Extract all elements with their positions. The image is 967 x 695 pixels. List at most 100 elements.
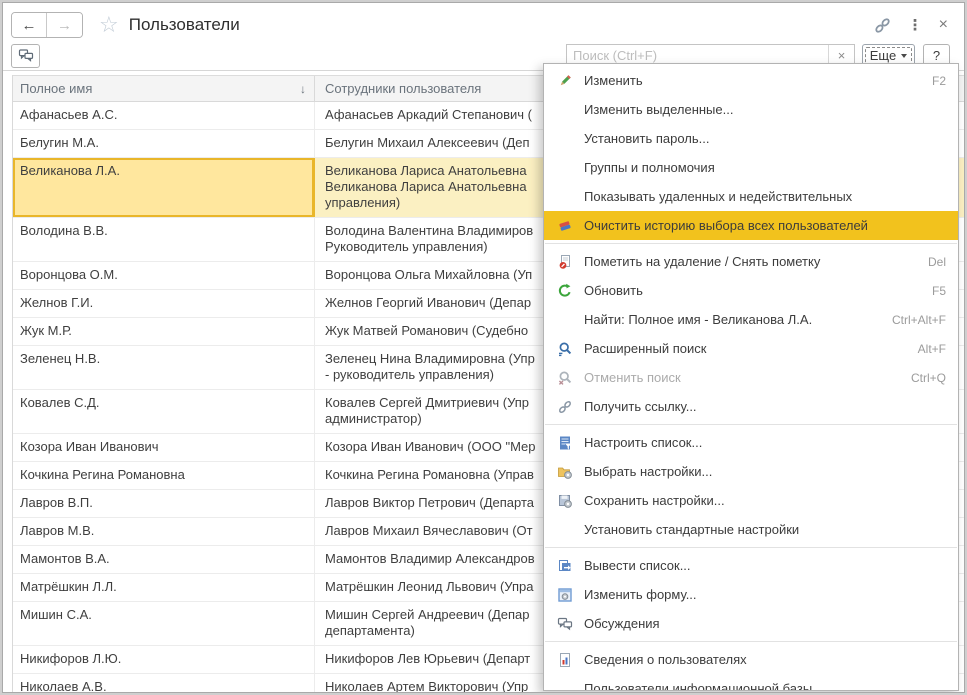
full-name-cell[interactable]: Мишин С.А. bbox=[13, 602, 315, 645]
full-name-cell[interactable]: Жук М.Р. bbox=[13, 318, 315, 345]
full-name-cell[interactable]: Мамонтов В.А. bbox=[13, 546, 315, 573]
menu-shortcut: Ctrl+Alt+F bbox=[892, 313, 946, 327]
full-name-cell[interactable]: Ковалев С.Д. bbox=[13, 390, 315, 433]
menu-item[interactable]: Установить стандартные настройки bbox=[544, 515, 958, 544]
blank-icon bbox=[557, 312, 573, 328]
menu-item-label: Сведения о пользователях bbox=[584, 652, 946, 667]
menu-item[interactable]: Обновить F5 bbox=[544, 276, 958, 305]
full-name-cell[interactable]: Кочкина Регина Романовна bbox=[13, 462, 315, 489]
column-header-full-name[interactable]: Полное имя ↓ bbox=[13, 76, 315, 101]
blank-icon bbox=[557, 102, 573, 118]
title-bar: ← → ☆ Пользователи ⋮ × bbox=[3, 3, 964, 41]
menu-item[interactable]: Установить пароль... bbox=[544, 124, 958, 153]
forward-arrow-icon: → bbox=[57, 17, 72, 34]
menu-item[interactable]: Изменить выделенные... bbox=[544, 95, 958, 124]
menu-shortcut: F5 bbox=[932, 284, 946, 298]
forward-button[interactable]: → bbox=[47, 13, 82, 37]
menu-item-label: Сохранить настройки... bbox=[584, 493, 946, 508]
menu-item-label: Пользователи информационной базы bbox=[584, 681, 946, 691]
history-nav: ← → bbox=[11, 12, 83, 38]
menu-item-label: Показывать удаленных и недействительных bbox=[584, 189, 946, 204]
full-name-cell[interactable]: Желнов Г.И. bbox=[13, 290, 315, 317]
menu-separator bbox=[545, 243, 957, 244]
full-name-cell[interactable]: Лавров М.В. bbox=[13, 518, 315, 545]
menu-item[interactable]: Выбрать настройки... bbox=[544, 457, 958, 486]
full-name-cell[interactable]: Афанасьев А.С. bbox=[13, 102, 315, 129]
menu-item-label: Группы и полномочия bbox=[584, 160, 946, 175]
blank-icon bbox=[557, 131, 573, 147]
print-list-icon bbox=[557, 558, 573, 574]
menu-item[interactable]: Группы и полномочия bbox=[544, 153, 958, 182]
menu-item-label: Изменить выделенные... bbox=[584, 102, 946, 117]
more-button-label: Еще bbox=[870, 48, 896, 63]
kebab-menu-icon[interactable]: ⋮ bbox=[908, 16, 923, 34]
menu-item-label: Пометить на удаление / Снять пометку bbox=[584, 254, 916, 269]
menu-item[interactable]: Показывать удаленных и недействительных bbox=[544, 182, 958, 211]
full-name-cell[interactable]: Никифоров Л.Ю. bbox=[13, 646, 315, 673]
full-name-cell[interactable]: Воронцова О.М. bbox=[13, 262, 315, 289]
menu-shortcut: F2 bbox=[932, 74, 946, 88]
advanced-search-icon bbox=[557, 341, 573, 357]
menu-item-label: Получить ссылку... bbox=[584, 399, 946, 414]
menu-item-label: Изменить форму... bbox=[584, 587, 946, 602]
close-icon[interactable]: × bbox=[939, 16, 948, 34]
menu-item[interactable]: Сведения о пользователях bbox=[544, 645, 958, 674]
menu-separator bbox=[545, 547, 957, 548]
full-name-cell[interactable]: Лавров В.П. bbox=[13, 490, 315, 517]
menu-item[interactable]: Пользователи информационной базы bbox=[544, 674, 958, 691]
menu-item-label: Установить стандартные настройки bbox=[584, 522, 946, 537]
menu-shortcut: Ctrl+Q bbox=[911, 371, 946, 385]
menu-item[interactable]: Сохранить настройки... bbox=[544, 486, 958, 515]
title-actions: ⋮ × bbox=[873, 16, 952, 35]
full-name-cell[interactable]: Николаев А.В. bbox=[13, 674, 315, 693]
menu-separator bbox=[545, 424, 957, 425]
edit-form-icon bbox=[557, 587, 573, 603]
menu-item[interactable]: Настроить список... bbox=[544, 428, 958, 457]
refresh-icon bbox=[557, 283, 573, 299]
discussions-icon bbox=[557, 616, 573, 632]
menu-item[interactable]: Вывести список... bbox=[544, 551, 958, 580]
menu-item-label: Очистить историю выбора всех пользовател… bbox=[584, 218, 946, 233]
menu-item-label: Обновить bbox=[584, 283, 920, 298]
dropdown-caret-icon bbox=[901, 54, 907, 58]
back-button[interactable]: ← bbox=[12, 13, 47, 37]
menu-item[interactable]: Отменить поиск Ctrl+Q bbox=[544, 363, 958, 392]
menu-item[interactable]: Получить ссылку... bbox=[544, 392, 958, 421]
full-name-cell[interactable]: Белугин М.А. bbox=[13, 130, 315, 157]
cancel-search-icon bbox=[557, 370, 573, 386]
configure-list-icon bbox=[557, 435, 573, 451]
link-icon bbox=[557, 399, 573, 415]
full-name-cell[interactable]: Володина В.В. bbox=[13, 218, 315, 261]
menu-item[interactable]: Очистить историю выбора всех пользовател… bbox=[544, 211, 958, 240]
save-settings-icon bbox=[557, 493, 573, 509]
menu-item[interactable]: ИзменитьF2 bbox=[544, 66, 958, 95]
menu-item-label: Настроить список... bbox=[584, 435, 946, 450]
get-link-icon[interactable] bbox=[873, 16, 892, 35]
menu-item[interactable]: Пометить на удаление / Снять пометку Del bbox=[544, 247, 958, 276]
more-dropdown-menu: ИзменитьF2 Изменить выделенные... Установи… bbox=[543, 63, 959, 691]
menu-item-label: Выбрать настройки... bbox=[584, 464, 946, 479]
discussions-button[interactable] bbox=[11, 44, 40, 68]
blank-icon bbox=[557, 189, 573, 205]
app-window: ← → ☆ Пользователи ⋮ × bbox=[2, 2, 965, 693]
sort-desc-icon: ↓ bbox=[300, 82, 306, 96]
full-name-cell[interactable]: Козора Иван Иванович bbox=[13, 434, 315, 461]
menu-item[interactable]: Обсуждения bbox=[544, 609, 958, 638]
menu-item-label: Обсуждения bbox=[584, 616, 946, 631]
menu-shortcut: Alt+F bbox=[918, 342, 946, 356]
menu-item[interactable]: Расширенный поиск Alt+F bbox=[544, 334, 958, 363]
full-name-cell[interactable]: Матрёшкин Л.Л. bbox=[13, 574, 315, 601]
full-name-cell[interactable]: Зеленец Н.В. bbox=[13, 346, 315, 389]
user-info-icon bbox=[557, 652, 573, 668]
menu-shortcut: Del bbox=[928, 255, 946, 269]
menu-item-label: Расширенный поиск bbox=[584, 341, 906, 356]
discussions-icon bbox=[18, 48, 34, 63]
favorite-star-icon[interactable]: ☆ bbox=[99, 14, 119, 36]
blank-icon bbox=[557, 681, 573, 692]
menu-item[interactable]: Изменить форму... bbox=[544, 580, 958, 609]
full-name-cell[interactable]: Великанова Л.А. bbox=[13, 158, 315, 217]
menu-item-label: Отменить поиск bbox=[584, 370, 899, 385]
menu-item[interactable]: Найти: Полное имя - Великанова Л.А.Ctrl+… bbox=[544, 305, 958, 334]
menu-separator bbox=[545, 641, 957, 642]
eraser-icon bbox=[557, 218, 573, 234]
